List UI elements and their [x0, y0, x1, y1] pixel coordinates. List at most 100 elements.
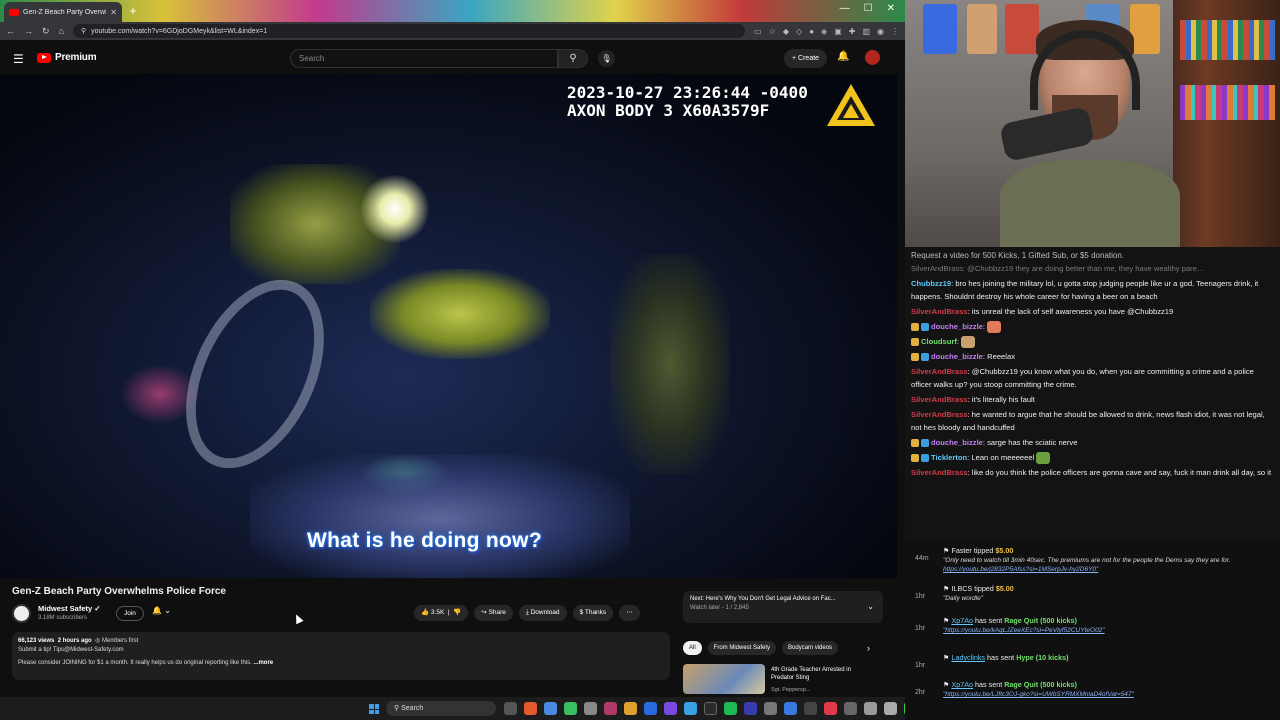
event-time: 1hr [915, 662, 926, 669]
show-more-link[interactable]: ...more [253, 660, 273, 666]
video-player[interactable]: 2023-10-27 23:26:44 -0400 AXON BODY 3 X6… [0, 74, 897, 578]
like-button[interactable]: 👍 3.5K | 👎 [414, 605, 469, 621]
extension-icon[interactable]: ◇ [796, 27, 802, 36]
account-avatar[interactable] [865, 50, 880, 65]
chevron-down-icon[interactable]: ⌄ [867, 602, 874, 611]
axon-logo-icon [827, 84, 875, 126]
extension-icon[interactable]: ▣ [834, 27, 842, 36]
video-title: Gen-Z Beach Party Overwhelms Police Forc… [12, 586, 226, 597]
tip-link[interactable]: https://youtu.be/j2832P5Afss?si=1MSerpJv… [943, 566, 1098, 573]
close-window-icon[interactable]: ✕ [887, 3, 895, 14]
app-icon[interactable] [524, 702, 537, 715]
description-box[interactable]: 66,123 views 2 hours ago ◎ Members first… [12, 632, 670, 680]
chat-username[interactable]: Chubbzz19 [911, 279, 951, 288]
subscription-bell-button[interactable]: 🔔 ⌄ [152, 606, 182, 621]
puzzle-icon[interactable]: ✚ [849, 27, 856, 36]
chat-username[interactable]: Cloudsurf [921, 337, 957, 346]
tip-link[interactable]: "https://youtu.be/kAqLJZeeXEc?si=PeVlyf5… [943, 627, 1105, 634]
youtube-premium-logo[interactable]: Premium [37, 52, 97, 63]
chat-username[interactable]: douche_bizzle [931, 438, 983, 447]
taskbar-search[interactable]: ⚲ Search [386, 701, 496, 716]
create-button[interactable]: + Create [784, 49, 828, 68]
streamer [999, 20, 1180, 247]
chip-all[interactable]: All [683, 641, 702, 655]
close-tab-icon[interactable]: ✕ [110, 8, 117, 17]
app-icon[interactable] [604, 702, 617, 715]
address-bar[interactable]: ⚲ youtube.com/watch?v=6GDjoDGMeyk&list=W… [72, 24, 746, 38]
forward-icon[interactable]: → [24, 26, 33, 36]
microphone [999, 106, 1095, 162]
chat-username[interactable]: douche_bizzle [931, 352, 983, 361]
chat-username[interactable]: SilverAndBrass [911, 410, 968, 419]
task-view-icon[interactable] [504, 702, 517, 715]
extension-icon[interactable]: ◈ [821, 27, 827, 36]
share-button[interactable]: ↪ Share [474, 605, 513, 621]
chat-username[interactable]: SilverAndBrass [911, 395, 968, 404]
chip-from-channel[interactable]: From Midwest Safety [707, 641, 777, 655]
cast-icon[interactable]: ▭ [754, 27, 762, 36]
tip-message: "Daily wordle" [943, 595, 984, 602]
thumbs-down-icon[interactable]: 👎 [453, 609, 461, 616]
app-icon[interactable] [864, 702, 877, 715]
video-actions: 👍 3.5K | 👎 ↪ Share ⤓ Download $ Thanks ⋯ [414, 605, 640, 621]
video-thumbnail[interactable] [683, 664, 765, 694]
app-icon[interactable] [684, 702, 697, 715]
tip-link[interactable]: "https://youtu.be/LJftc3OJ-gko?si=UWbSYR… [943, 691, 1134, 698]
app-icon[interactable] [664, 702, 677, 715]
event-username[interactable]: Xp7Ao [951, 616, 973, 625]
more-actions-icon[interactable]: ⋯ [619, 605, 640, 621]
menu-dots-icon[interactable]: ⋮ [891, 27, 899, 36]
microphone-icon[interactable]: 🎙 [598, 50, 615, 67]
chat-username[interactable]: SilverAndBrass [911, 307, 968, 316]
thanks-button[interactable]: $ Thanks [572, 605, 614, 621]
app-icon[interactable] [824, 702, 837, 715]
channel-avatar[interactable] [12, 604, 31, 623]
chip-bodycam[interactable]: Bodycam videos [782, 641, 839, 655]
chrome-icon[interactable] [544, 702, 557, 715]
app-icon[interactable] [564, 702, 577, 715]
recommended-video[interactable]: 4th Grade Teacher Arrested in Predator S… [683, 664, 888, 694]
reload-icon[interactable]: ↻ [42, 26, 50, 37]
app-icon[interactable] [884, 702, 897, 715]
tab-title: Gen-Z Beach Party Overwhelms [23, 8, 106, 16]
extension-icon[interactable]: ● [809, 27, 814, 36]
profile-icon[interactable]: ◉ [877, 27, 884, 36]
app-icon[interactable] [784, 702, 797, 715]
minimize-icon[interactable]: — [840, 3, 850, 14]
app-icon[interactable] [704, 702, 717, 715]
event-username[interactable]: Xp7Ao [951, 680, 973, 689]
back-icon[interactable]: ← [6, 26, 15, 36]
app-icon[interactable] [764, 702, 777, 715]
join-button[interactable]: Join [116, 606, 144, 621]
site-info-icon[interactable]: ⚲ [81, 27, 86, 35]
chat-username[interactable]: douche_bizzle [931, 322, 983, 331]
windows-start-icon[interactable] [369, 704, 379, 714]
chat-username[interactable]: SilverAndBrass [911, 468, 968, 477]
spotify-icon[interactable] [724, 702, 737, 715]
app-icon[interactable] [644, 702, 657, 715]
chevron-right-icon[interactable]: › [867, 643, 870, 653]
search-input[interactable]: Search [290, 49, 558, 68]
extension-icon[interactable]: ◆ [783, 27, 789, 36]
event-username[interactable]: Ladyclinks [951, 653, 985, 662]
browser-tab[interactable]: Gen-Z Beach Party Overwhelms ✕ [4, 2, 122, 22]
file-explorer-icon[interactable] [624, 702, 637, 715]
chat-username[interactable]: SilverAndBrass [911, 367, 968, 376]
app-icon[interactable] [804, 702, 817, 715]
download-button[interactable]: ⤓ Download [518, 605, 567, 621]
sidebar-icon[interactable]: ▥ [862, 27, 870, 36]
notifications-bell-icon[interactable]: 🔔 [837, 51, 849, 62]
hamburger-menu-icon[interactable]: ☰ [13, 52, 24, 66]
playlist-next-panel[interactable]: Next: Here's Why You Don't Get Legal Adv… [683, 591, 883, 623]
bookmark-star-icon[interactable]: ☆ [769, 27, 776, 36]
new-tab-icon[interactable]: + [126, 4, 140, 18]
app-icon[interactable] [744, 702, 757, 715]
app-icon[interactable] [844, 702, 857, 715]
search-icon[interactable]: ⚲ [558, 49, 588, 68]
home-icon[interactable]: ⌂ [59, 26, 64, 36]
maximize-icon[interactable]: ☐ [864, 3, 873, 14]
channel-name[interactable]: Midwest Safety ✓ [38, 604, 101, 613]
description-meta: 66,123 views 2 hours ago ◎ Members first [18, 638, 139, 644]
chat-username[interactable]: Ticklerton [931, 453, 967, 462]
app-icon[interactable] [584, 702, 597, 715]
